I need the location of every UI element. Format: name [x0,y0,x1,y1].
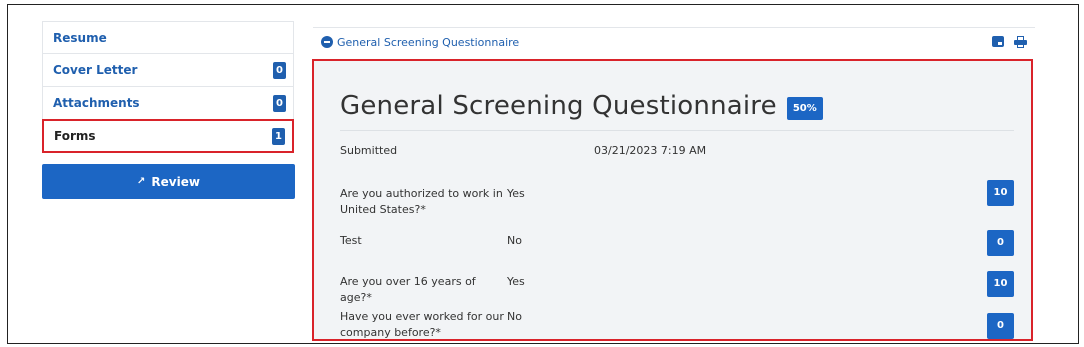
answer-text: Yes [507,187,525,200]
divider [340,130,1014,131]
sidebar-item-resume[interactable]: Resume [42,21,294,54]
form-panel: General Screening Questionnaire 50% Subm… [312,59,1033,341]
question-text: Test [340,234,362,247]
score-badge: 0 [987,313,1014,339]
sidebar-item-cover-letter[interactable]: Cover Letter 0 [42,54,294,87]
review-button-label: Review [151,174,200,189]
panel-header-title[interactable]: General Screening Questionnaire [337,36,519,49]
expand-icon[interactable] [992,36,1004,47]
answer-text: Yes [507,275,525,288]
sidebar-item-label: Cover Letter [53,63,138,77]
score-badge: 10 [987,180,1014,206]
form-title: General Screening Questionnaire [340,91,777,121]
sidebar: Resume Cover Letter 0 Attachments 0 Form… [42,21,295,199]
count-badge: 0 [273,61,286,79]
score-badge: 10 [987,271,1014,297]
question-text: Are you over 16 years of age?* [340,275,476,304]
question-text: Are you authorized to work in United Sta… [340,187,503,216]
submitted-date: 03/21/2023 7:19 AM [594,144,707,157]
sidebar-item-attachments[interactable]: Attachments 0 [42,87,294,120]
submitted-label: Submitted [340,144,398,157]
print-icon[interactable] [1014,36,1027,48]
form-title-row: General Screening Questionnaire 50% [340,91,823,121]
count-badge: 0 [273,94,286,112]
answer-text: No [507,234,522,247]
panel-actions [992,36,1027,48]
sidebar-item-label: Forms [54,129,96,143]
sidebar-item-label: Resume [53,30,107,45]
review-button[interactable]: ↗ Review [42,164,295,199]
sidebar-item-forms[interactable]: Forms 1 [42,119,294,153]
panel-header: General Screening Questionnaire [313,27,1035,56]
question-text: Have you ever worked for our company bef… [340,310,504,339]
answer-text: No [507,310,522,323]
count-badge: 1 [272,127,285,145]
percent-badge: 50% [786,96,823,120]
score-badge: 0 [987,230,1014,256]
collapse-icon[interactable] [321,36,333,48]
sidebar-item-label: Attachments [53,96,140,110]
external-link-icon: ↗ [137,176,146,187]
